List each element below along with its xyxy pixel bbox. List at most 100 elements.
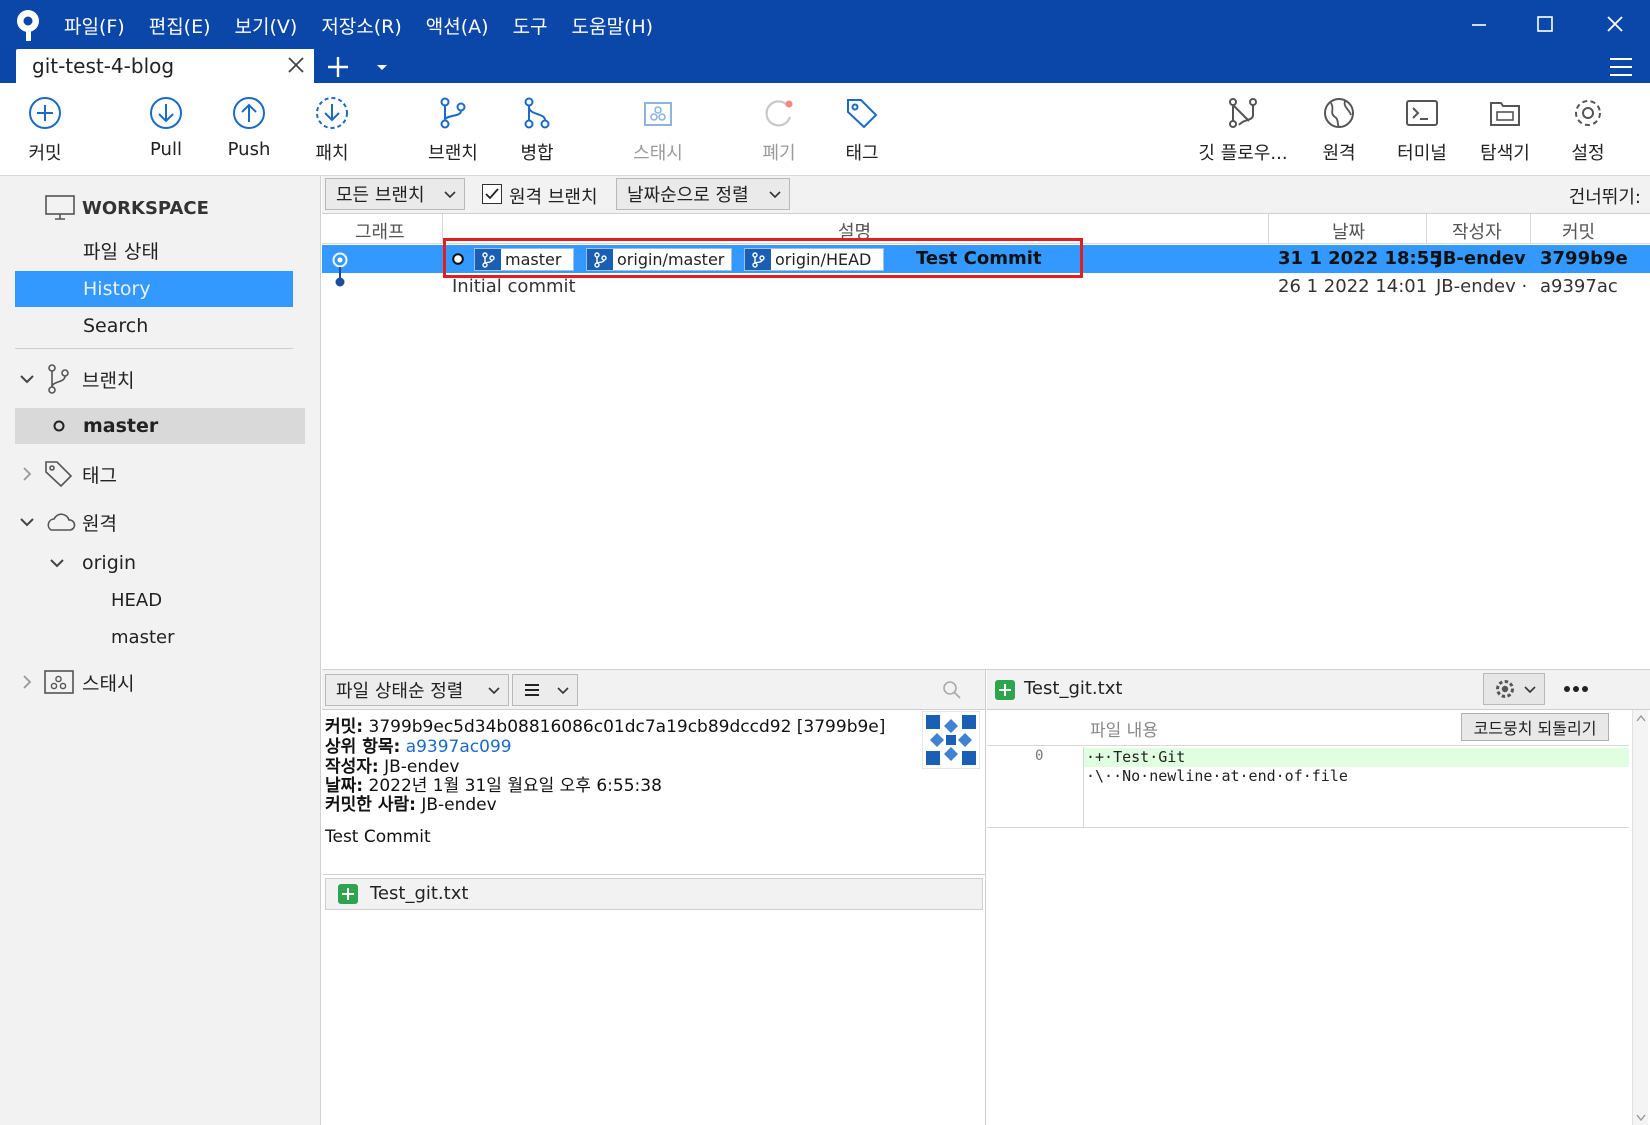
column-divider[interactable] [1426,214,1427,244]
workspace-label: WORKSPACE [82,197,209,219]
push-arrow-icon [233,97,265,129]
history-label: History [83,278,151,300]
gear-icon [1496,680,1514,698]
menu-repository[interactable]: 저장소(R) [321,12,401,39]
column-commit[interactable]: 커밋 [1562,218,1595,244]
menu-file[interactable]: 파일(F) [64,12,125,39]
toolbar: 커밋 Pull Push 패치 브랜치 병합 스태시 폐기 태그 깃 플로우..… [0,83,1650,176]
push-button[interactable]: Push [209,95,289,167]
sidebar-item-search[interactable]: Search [0,308,321,344]
hamburger-menu-icon[interactable] [1608,55,1634,79]
cloud-icon [47,513,76,531]
diff-options-dropdown[interactable] [1483,673,1545,705]
commit-date: 26 1 2022 14:01 [1278,276,1428,297]
pull-button[interactable]: Pull [126,95,206,167]
menu-edit[interactable]: 편집(E) [149,12,211,39]
merge-button[interactable]: 병합 [497,95,577,167]
file-added-icon [995,680,1015,700]
chevron-down-icon [1524,686,1536,694]
sidebar-section-remotes[interactable]: 원격 [0,504,321,540]
pane-divider [323,874,985,875]
sidebar-divider [15,348,293,349]
gitflow-button[interactable]: 깃 플로우... [1193,95,1293,167]
tag-button[interactable]: 태그 [822,95,902,167]
sidebar-item-origin[interactable]: origin [0,545,321,581]
jump-to-label: 건너뛰기: [1568,187,1641,208]
committer-line: 커밋한 사람: JB-endev [325,790,497,815]
tag-icon [45,461,73,488]
column-date[interactable]: 날짜 [1332,218,1365,244]
sourcetree-logo-icon [17,10,39,41]
discard-button[interactable]: 폐기 [739,95,819,167]
maximize-button[interactable] [1520,8,1570,40]
branch-master-label: master [83,415,159,437]
repo-tab-label: git-test-4-blog [32,54,175,78]
sidebar-item-branch-master[interactable]: master [15,408,305,444]
diff-scrollbar[interactable] [1632,710,1648,1125]
commit-label: 커밋 [28,143,62,164]
gitflow-label: 깃 플로우... [1198,143,1288,164]
sidebar-item-file-status[interactable]: 파일 상태 [0,232,321,268]
column-divider[interactable] [1530,214,1531,244]
chevron-down-icon [20,518,34,527]
revert-hunk-button[interactable]: 코드뭉치 되돌리기 [1461,713,1609,741]
new-tab-icon[interactable] [324,53,352,81]
stash-button[interactable]: 스태시 [618,95,698,167]
sort-dropdown[interactable]: 날짜순으로 정렬 [616,178,790,210]
remote-branch-checkbox[interactable] [482,184,502,204]
sidebar-section-tags[interactable]: 태그 [0,456,321,492]
tag-icon [847,99,878,129]
settings-button[interactable]: 설정 [1548,95,1628,167]
sidebar-section-stash[interactable]: 스태시 [0,664,321,700]
commit-row[interactable]: Initial commit 26 1 2022 14:01 JB-endev … [322,273,1650,301]
sidebar-item-origin-head[interactable]: HEAD [0,582,321,618]
sort-value: 날짜순으로 정렬 [627,185,749,206]
remotes-label: 원격 [82,512,117,535]
close-button[interactable] [1590,8,1640,40]
terminal-icon [1406,100,1438,126]
changed-file-item[interactable]: Test_git.txt [325,878,983,910]
repo-tab[interactable]: git-test-4-blog [16,49,314,83]
chevron-down-icon [557,687,569,695]
graph-node-icon [332,252,348,273]
committer-label: 커밋한 사람: [325,795,416,815]
terminal-button[interactable]: 터미널 [1382,95,1462,167]
sidebar-item-origin-master[interactable]: master [0,619,321,655]
patch-button[interactable]: 패치 [292,95,372,167]
sidebar-item-history[interactable]: History [15,271,293,307]
view-mode-dropdown[interactable] [512,674,578,706]
branch-button[interactable]: 브랜치 [413,95,493,167]
menu-help[interactable]: 도움말(H) [572,12,654,39]
branch-filter-dropdown[interactable]: 모든 브랜치 [325,178,465,210]
minimize-button[interactable] [1454,8,1504,40]
globe-icon [1324,98,1354,128]
branch-icon [48,364,69,394]
chevron-down-icon [20,375,34,384]
history-filter-bar: 모든 브랜치 원격 브랜치 날짜순으로 정렬 건너뛰기: [322,176,1650,214]
sourcetree-window: 파일(F) 편집(E) 보기(V) 저장소(R) 액션(A) 도구 도움말(H)… [0,0,1650,1125]
patch-label: 패치 [315,143,349,164]
merge-icon [524,97,550,129]
remote-button[interactable]: 원격 [1299,95,1379,167]
menu-tools[interactable]: 도구 [513,12,548,39]
file-sort-dropdown[interactable]: 파일 상태순 정렬 [325,674,509,706]
history-panel: 모든 브랜치 원격 브랜치 날짜순으로 정렬 건너뛰기: 그래프 설명 날짜 작… [322,176,1650,669]
more-options-icon[interactable] [1563,684,1589,694]
menu-actions[interactable]: 액션(A) [426,12,489,39]
file-added-icon [338,884,358,904]
search-icon[interactable] [942,680,962,700]
column-divider[interactable] [1268,214,1269,244]
commit-hash: a9397ac [1540,276,1618,297]
tab-dropdown-icon[interactable] [374,59,390,75]
explorer-button[interactable]: 탐색기 [1465,95,1545,167]
scroll-up-icon[interactable] [1636,714,1646,722]
origin-master-label: master [111,626,175,648]
tab-close-icon[interactable] [286,54,306,76]
menu-view[interactable]: 보기(V) [235,12,298,39]
sidebar-section-branches[interactable]: 브랜치 [0,361,321,397]
remote-label: 원격 [1322,143,1356,164]
scroll-down-icon[interactable] [1636,1114,1646,1122]
column-author[interactable]: 작성자 [1452,218,1502,244]
column-graph[interactable]: 그래프 [355,218,405,244]
commit-button[interactable]: 커밋 [5,95,85,167]
